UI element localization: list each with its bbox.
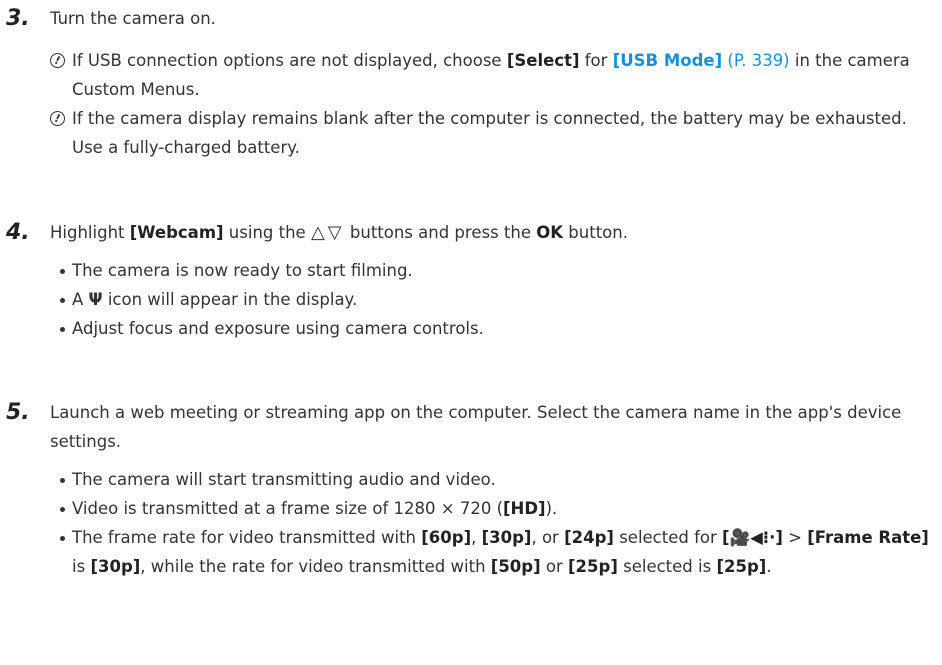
select-option: [Select] bbox=[506, 51, 580, 70]
caution-icon: ! bbox=[48, 109, 67, 128]
step-number: 5. bbox=[6, 400, 30, 425]
step-4-bullets: The camera is now ready to start filming… bbox=[60, 256, 934, 343]
up-down-arrow-icons: △▽ bbox=[310, 222, 345, 243]
usb-mode-link[interactable]: [USB Mode] (P. 339) bbox=[613, 51, 790, 70]
note-text: If the camera display remains blank afte… bbox=[72, 109, 907, 157]
webcam-option: [Webcam] bbox=[129, 223, 224, 242]
list-item: A Ψ icon will appear in the display. bbox=[60, 285, 934, 314]
list-item: The frame rate for video transmitted wit… bbox=[60, 523, 934, 581]
ok-button-label: OK bbox=[536, 223, 564, 242]
step-number: 4. bbox=[6, 220, 30, 245]
note: ! If the camera display remains blank af… bbox=[48, 104, 934, 162]
list-item: The camera is now ready to start filming… bbox=[60, 256, 934, 285]
step-text: Launch a web meeting or streaming app on… bbox=[50, 403, 902, 451]
list-item: Adjust focus and exposure using camera c… bbox=[60, 314, 934, 343]
step-number: 3. bbox=[6, 6, 30, 31]
caution-icon: ! bbox=[48, 51, 67, 70]
usb-icon: Ψ bbox=[88, 290, 103, 309]
step-5-bullets: The camera will start transmitting audio… bbox=[60, 465, 934, 581]
step-text: Highlight [Webcam] using the △▽ buttons … bbox=[50, 222, 628, 243]
list-item: Video is transmitted at a frame size of … bbox=[60, 494, 934, 523]
step-text: Turn the camera on. bbox=[50, 9, 216, 28]
video-menu-icon: [🎥◀⁝·] bbox=[722, 528, 783, 547]
note: ! If USB connection options are not disp… bbox=[48, 46, 934, 104]
list-item: The camera will start transmitting audio… bbox=[60, 465, 934, 494]
